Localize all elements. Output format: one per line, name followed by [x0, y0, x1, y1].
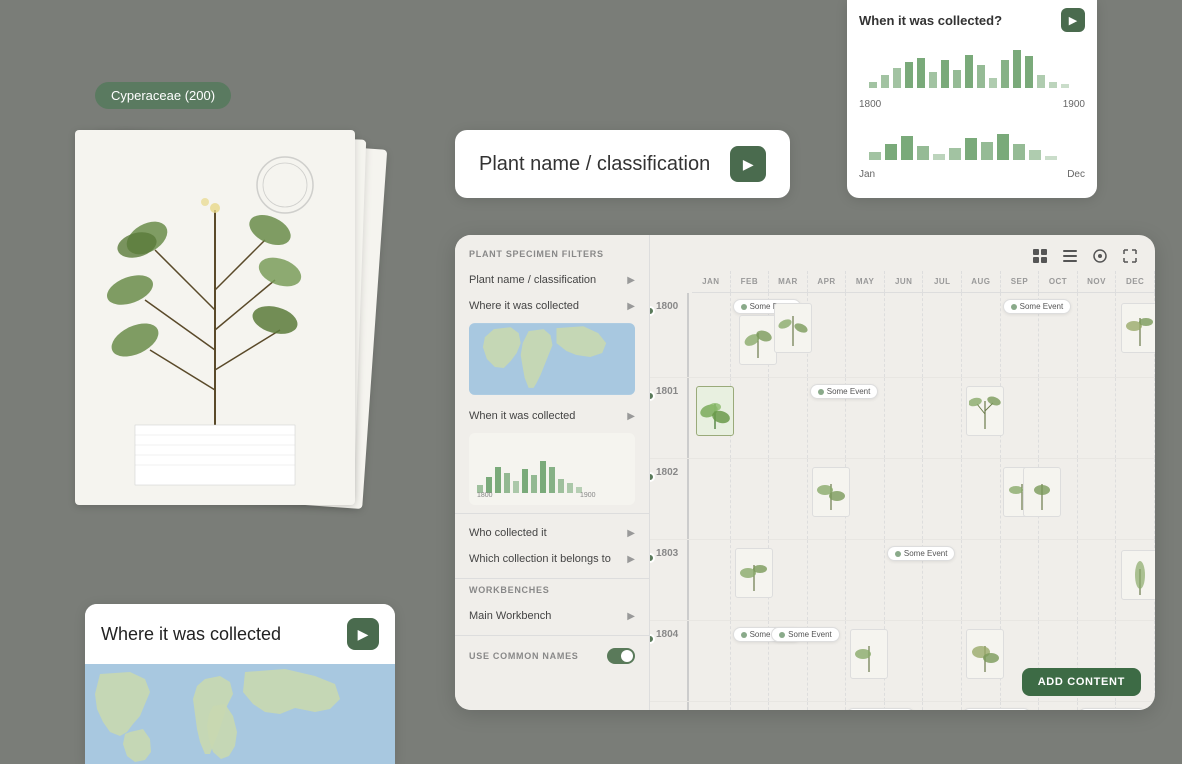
month-jul: JUL — [923, 271, 962, 292]
specimen-thumb[interactable] — [735, 548, 773, 598]
when-collected-arrow[interactable]: ▶ — [1061, 8, 1085, 32]
year-content-1805: Some Event Some Event — [692, 702, 1155, 710]
plant-name-arrow[interactable]: ▶ — [730, 146, 766, 182]
month-start-label: Jan — [859, 169, 875, 180]
month-nov: NOV — [1078, 271, 1117, 292]
sidebar-map — [469, 323, 635, 395]
herbarium-card-front — [75, 130, 355, 505]
specimen-thumb[interactable] — [1121, 550, 1155, 600]
year-row-1801: 1801 Some Event — [650, 378, 1155, 459]
filter-arrow-1: ▶ — [627, 275, 635, 286]
filters-title: PLANT SPECIMEN FILTERS — [455, 249, 649, 259]
year-row-1802: 1802 — [650, 459, 1155, 540]
where-collected-arrow[interactable]: ▶ — [347, 618, 379, 650]
when-collected-title: When it was collected? — [859, 13, 1002, 28]
year-content-1801: Some Event — [692, 378, 1155, 458]
panel-sidebar: PLANT SPECIMEN FILTERS Plant name / clas… — [455, 235, 650, 710]
list-view-icon[interactable] — [1059, 245, 1081, 267]
month-jan: JAN — [692, 271, 731, 292]
month-end-label: Dec — [1067, 169, 1085, 180]
divider-3 — [455, 635, 649, 636]
add-content-button[interactable]: ADD CONTENT — [1022, 668, 1141, 696]
grid-view-icon[interactable] — [1029, 245, 1051, 267]
sidebar-histogram: 1800 1900 Jan Dec — [469, 433, 635, 505]
year-label-1801: 1801 — [650, 378, 692, 458]
plant-name-label: Plant name / classification — [479, 153, 710, 176]
divider-1 — [455, 513, 649, 514]
workbench-main[interactable]: Main Workbench ▶ — [455, 603, 649, 629]
divider-2 — [455, 578, 649, 579]
filter-when-collected[interactable]: When it was collected ▶ — [455, 403, 649, 429]
plant-name-classification-button[interactable]: Plant name / classification ▶ — [455, 130, 790, 198]
where-collected-card: Where it was collected ▶ — [85, 604, 395, 764]
herbarium-stack — [75, 130, 385, 530]
specimen-thumb[interactable] — [812, 467, 850, 517]
filter-where-collected[interactable]: Where it was collected ▶ — [455, 293, 649, 319]
workbench-arrow: ▶ — [627, 611, 635, 622]
year-label-1804: 1804 — [650, 621, 692, 701]
filter-arrow-4: ▶ — [627, 528, 635, 539]
cyperaceae-badge[interactable]: Cyperaceae (200) — [95, 82, 231, 109]
svg-text:1900: 1900 — [580, 492, 596, 499]
year-content-1800: Some Event — [692, 293, 1155, 377]
specimen-thumb[interactable] — [696, 386, 734, 436]
specimen-thumb[interactable] — [966, 386, 1004, 436]
filter-plant-name[interactable]: Plant name / classification ▶ — [455, 267, 649, 293]
where-collected-title: Where it was collected — [101, 624, 281, 645]
year-content-1803: Some Event — [692, 540, 1155, 620]
expand-icon[interactable] — [1119, 245, 1141, 267]
year-label-1803: 1803 — [650, 540, 692, 620]
month-feb: FEB — [731, 271, 770, 292]
workbenches-title: WORKBENCHES — [455, 585, 649, 595]
month-histogram: Jan Dec — [859, 116, 1085, 180]
specimen-thumb[interactable] — [850, 629, 888, 679]
where-header: Where it was collected ▶ — [85, 604, 395, 664]
year-start-label: 1800 — [859, 99, 881, 110]
year-content-1802 — [692, 459, 1155, 539]
year-label-1800: 1800 — [650, 293, 692, 377]
timeline-body: 1800 Some Event — [650, 293, 1155, 710]
settings-icon[interactable] — [1089, 245, 1111, 267]
common-names-row: USE COMMON NAMES — [455, 642, 649, 670]
svg-text:1800: 1800 — [477, 492, 493, 499]
main-panel: PLANT SPECIMEN FILTERS Plant name / clas… — [455, 235, 1155, 710]
month-dec: DEC — [1116, 271, 1155, 292]
specimen-thumb[interactable] — [1121, 303, 1155, 353]
year-label-1802: 1802 — [650, 459, 692, 539]
month-apr: APR — [808, 271, 847, 292]
year-row-1805: 1805 — [650, 702, 1155, 710]
timeline-header: JAN FEB MAR APR MAY JUN JUL AUG SEP OCT … — [692, 271, 1155, 293]
year-row-1803: 1803 — [650, 540, 1155, 621]
filter-arrow-5: ▶ — [627, 554, 635, 565]
panel-toolbar — [1029, 245, 1141, 267]
filter-who-collected[interactable]: Who collected it ▶ — [455, 520, 649, 546]
filter-which-collection[interactable]: Which collection it belongs to ▶ — [455, 546, 649, 572]
year-histogram: 1800 1900 — [859, 40, 1085, 110]
when-collected-card: When it was collected? ▶ 1800 1900 — [847, 0, 1097, 198]
specimen-thumb[interactable] — [966, 629, 1004, 679]
month-aug: AUG — [962, 271, 1001, 292]
filter-arrow-2: ▶ — [627, 301, 635, 312]
common-names-toggle[interactable] — [607, 648, 635, 664]
specimen-thumb[interactable] — [774, 303, 812, 353]
month-oct: OCT — [1039, 271, 1078, 292]
month-sep: SEP — [1001, 271, 1040, 292]
year-label-1805: 1805 — [650, 702, 692, 710]
month-mar: MAR — [769, 271, 808, 292]
month-jun: JUN — [885, 271, 924, 292]
year-row-1800: 1800 Some Event — [650, 293, 1155, 378]
month-may: MAY — [846, 271, 885, 292]
where-map-preview — [85, 664, 395, 764]
filter-arrow-3: ▶ — [627, 411, 635, 422]
timeline-area: JAN FEB MAR APR MAY JUN JUL AUG SEP OCT … — [650, 271, 1155, 710]
year-end-label: 1900 — [1063, 99, 1085, 110]
panel-content: JAN FEB MAR APR MAY JUN JUL AUG SEP OCT … — [650, 235, 1155, 710]
